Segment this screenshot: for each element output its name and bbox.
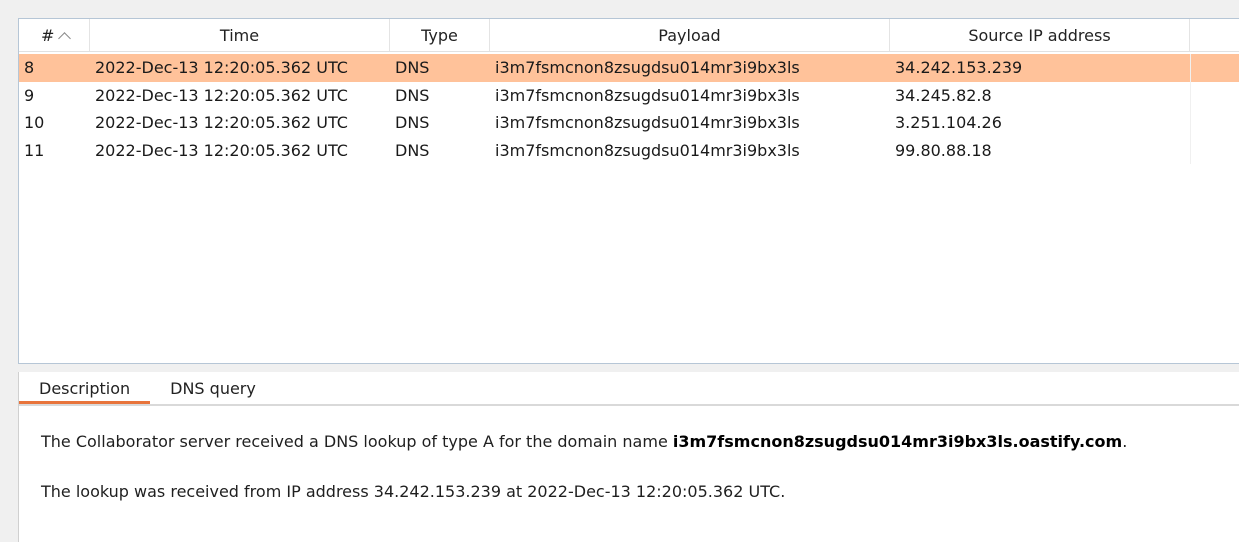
column-header-num-label: # [41,26,55,45]
tab-dns-query[interactable]: DNS query [150,372,276,404]
cell-time: 2022-Dec-13 12:20:05.362 UTC [95,58,348,77]
column-header-filler [1190,19,1239,51]
details-tabs: Description DNS query [19,372,1239,406]
collaborator-panel: # Time Type Payload Source IP address 8 … [0,0,1239,542]
details-pane: Description DNS query The Collaborator s… [18,372,1239,542]
cell-filler [1190,109,1239,137]
cell-filler [1190,81,1239,109]
cell-type: DNS [395,140,430,160]
pane-splitter[interactable] [18,364,1239,372]
column-header-num[interactable]: # [19,19,90,51]
cell-filler [1190,54,1239,82]
cell-payload: i3m7fsmcnon8zsugdsu014mr3i9bx3ls [495,85,800,105]
tab-description[interactable]: Description [19,372,151,404]
cell-payload: i3m7fsmcnon8zsugdsu014mr3i9bx3ls [495,140,800,160]
description-line-1-suffix: . [1122,432,1128,451]
table-row[interactable]: 11 2022-Dec-13 12:20:05.362 UTC DNS i3m7… [19,136,1239,164]
sort-ascending-icon [58,32,72,45]
cell-time: 2022-Dec-13 12:20:05.362 UTC [95,85,348,105]
table-row[interactable]: 8 2022-Dec-13 12:20:05.362 UTC DNS i3m7f… [19,54,1239,82]
cell-type: DNS [395,113,430,132]
cell-time: 2022-Dec-13 12:20:05.362 UTC [95,140,348,160]
description-line-1-prefix: The Collaborator server received a DNS l… [41,432,673,451]
cell-filler [1190,136,1239,164]
cell-payload: i3m7fsmcnon8zsugdsu014mr3i9bx3ls [495,58,800,77]
cell-source-ip: 34.242.153.239 [895,58,1023,77]
cell-num: 10 [24,113,45,132]
column-header-payload[interactable]: Payload [490,19,890,51]
cell-time: 2022-Dec-13 12:20:05.362 UTC [95,113,348,132]
cell-type: DNS [395,85,430,105]
table-body: 8 2022-Dec-13 12:20:05.362 UTC DNS i3m7f… [19,54,1239,164]
cell-num: 8 [24,58,35,77]
column-header-type[interactable]: Type [390,19,490,51]
column-header-source-ip[interactable]: Source IP address [890,19,1190,51]
table-row[interactable]: 10 2022-Dec-13 12:20:05.362 UTC DNS i3m7… [19,109,1239,137]
cell-num: 9 [24,85,35,105]
description-content: The Collaborator server received a DNS l… [41,430,1127,504]
table-header: # Time Type Payload Source IP address [19,19,1239,52]
cell-source-ip: 99.80.88.18 [895,140,992,160]
description-line-1: The Collaborator server received a DNS l… [41,430,1127,454]
description-line-2: The lookup was received from IP address … [41,482,786,501]
interactions-table: # Time Type Payload Source IP address 8 … [18,18,1239,364]
column-header-time[interactable]: Time [90,19,390,51]
cell-source-ip: 34.245.82.8 [895,85,992,105]
cell-source-ip: 3.251.104.26 [895,113,1002,132]
domain-name: i3m7fsmcnon8zsugdsu014mr3i9bx3ls.oastify… [672,432,1123,451]
cell-type: DNS [395,58,430,77]
cell-num: 11 [24,140,45,160]
cell-payload: i3m7fsmcnon8zsugdsu014mr3i9bx3ls [495,113,800,132]
table-row[interactable]: 9 2022-Dec-13 12:20:05.362 UTC DNS i3m7f… [19,81,1239,109]
